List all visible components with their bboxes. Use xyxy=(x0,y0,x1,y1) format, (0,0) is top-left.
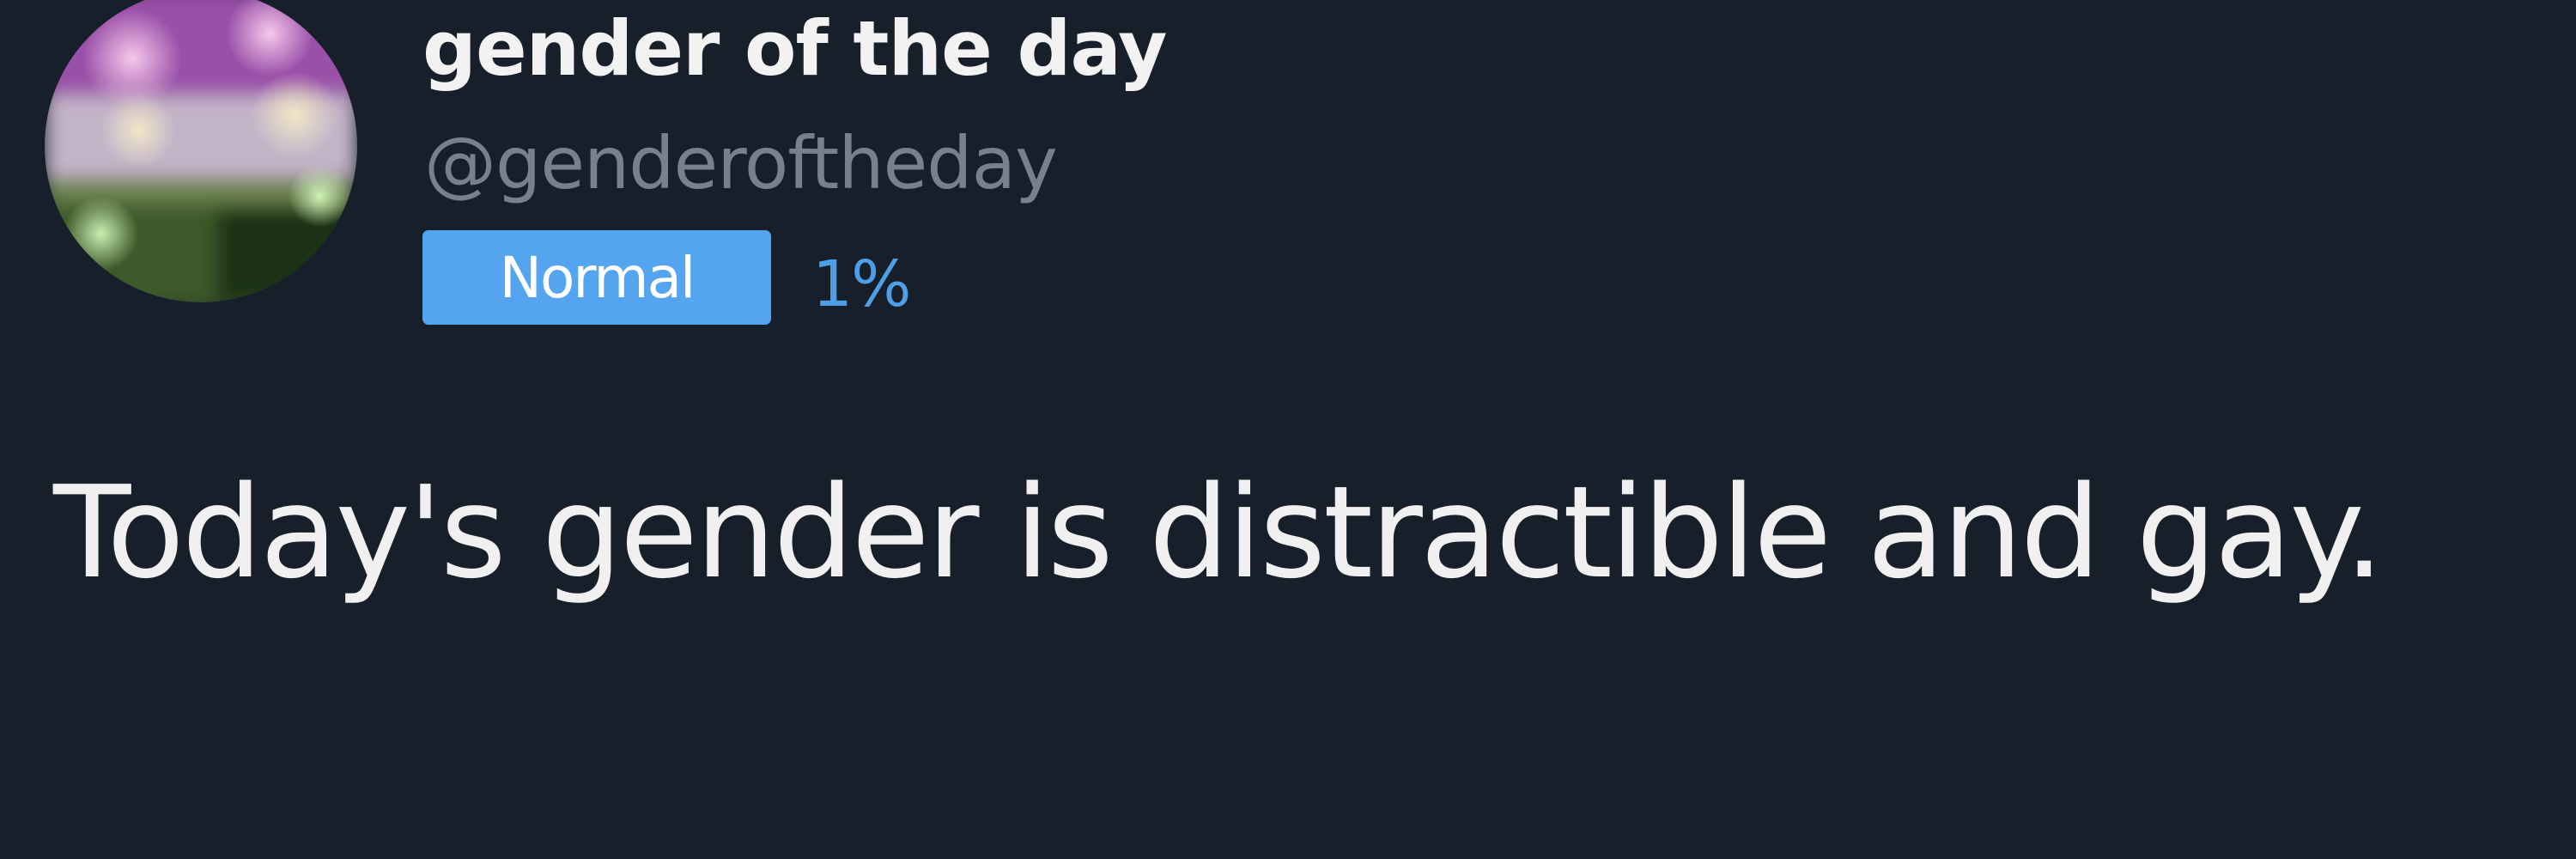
author-display-name[interactable]: gender of the day xyxy=(422,2,1167,96)
rank-badge-row: Normal 1% xyxy=(422,230,911,325)
tweet-text: Today's gender is distractible and gay. xyxy=(53,459,2385,606)
avatar[interactable] xyxy=(45,0,357,302)
rank-badge: Normal xyxy=(422,230,771,325)
avatar-image xyxy=(45,0,357,302)
tweet-card: gender of the day @genderoftheday Normal… xyxy=(0,0,2576,859)
author-handle[interactable]: @genderoftheday xyxy=(424,120,1058,206)
rank-percent: 1% xyxy=(812,247,911,321)
